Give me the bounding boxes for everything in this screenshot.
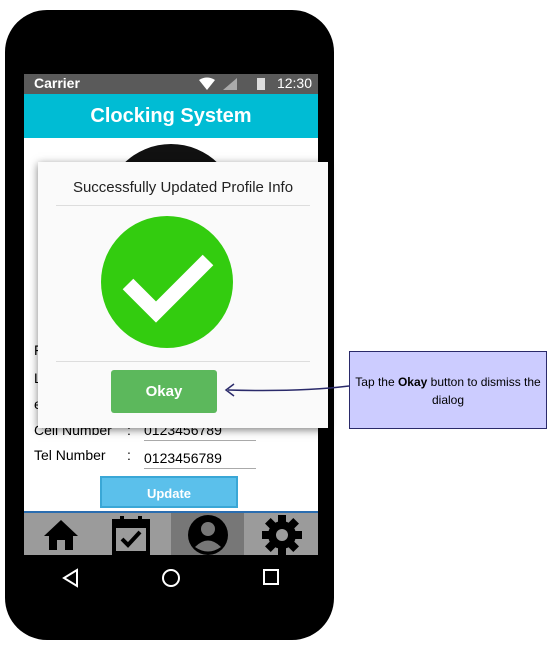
annotation-note: Tap the Okay button to dismiss the dialo… (349, 351, 547, 429)
note-text-bold: Okay (397, 375, 428, 389)
note-text-before: Tap the (355, 375, 398, 389)
note-text-after: button to dismiss the dialog (427, 375, 541, 407)
annotation-arrow (224, 383, 350, 397)
